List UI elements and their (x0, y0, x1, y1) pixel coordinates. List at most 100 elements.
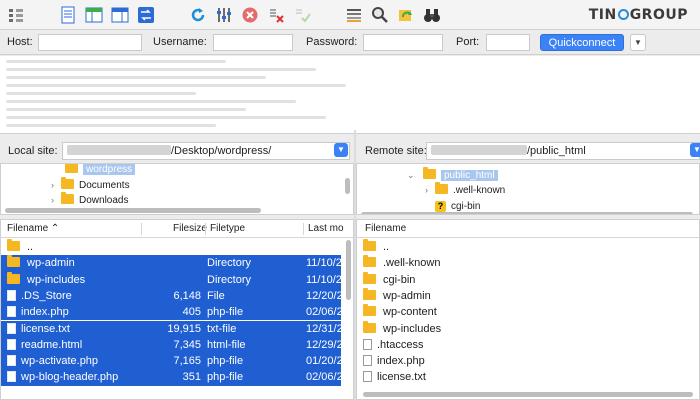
column-filetype[interactable]: Filetype (210, 223, 245, 234)
port-label: Port: (456, 36, 480, 48)
local-list-vscroll[interactable] (346, 240, 351, 300)
file-name-cell: cgi-bin (363, 271, 683, 288)
pane-divider[interactable] (354, 130, 356, 400)
column-filesize[interactable]: Filesize (173, 223, 207, 234)
expand-arrow-icon[interactable]: › (51, 178, 61, 193)
filter-icon[interactable] (344, 5, 364, 25)
file-name-cell: wp-activate.php (7, 353, 141, 369)
file-name: index.php (377, 355, 425, 368)
folder-icon (363, 255, 376, 268)
local-tree-vscroll[interactable] (345, 178, 350, 194)
file-date-cell: 02/06/2 (306, 371, 342, 384)
transfer-queue-toggle-icon[interactable] (136, 5, 156, 25)
username-label: Username: (153, 36, 207, 48)
file-row[interactable]: .DS_Store 6,148 File 12/20/2 (1, 287, 342, 305)
file-name: license.txt (377, 371, 426, 384)
column-last-modified[interactable]: Last mo (308, 223, 344, 234)
folder-icon (363, 320, 376, 333)
file-row[interactable]: .. (357, 239, 699, 255)
quickconnect-bar: Host: Username: Password: Port: Quickcon… (0, 31, 700, 55)
file-type-cell: html-file (207, 338, 246, 351)
file-row[interactable]: index.php (357, 353, 699, 369)
file-name-cell: readme.html (7, 337, 141, 353)
remote-list-header: Filename (357, 220, 699, 238)
process-queue-icon[interactable] (214, 5, 234, 25)
file-type-cell: php-file (207, 306, 244, 319)
tree-item-wordpress[interactable]: wordpress (65, 164, 136, 177)
file-name: .DS_Store (21, 289, 72, 302)
unknown-folder-icon: ? (435, 201, 446, 212)
reconnect-icon[interactable] (292, 5, 312, 25)
expand-arrow-icon[interactable]: › (51, 193, 61, 208)
folder-icon (363, 287, 376, 300)
compare-icon[interactable] (370, 5, 390, 25)
column-filename[interactable]: Filename (365, 223, 406, 234)
remote-path-dropdown-icon[interactable]: ▼ (690, 143, 700, 157)
local-tree-hscroll[interactable] (5, 208, 261, 213)
file-date-cell: 01/20/2 (306, 355, 342, 368)
folder-icon (363, 304, 376, 317)
tree-item-documents[interactable]: › Documents (51, 177, 130, 193)
tree-item-downloads[interactable]: › Downloads (51, 192, 128, 208)
password-input[interactable] (363, 34, 443, 51)
file-name: .well-known (383, 257, 441, 270)
file-row[interactable]: .. (1, 239, 341, 255)
file-row[interactable]: .htaccess (357, 337, 699, 353)
file-icon (363, 355, 372, 367)
file-icon (7, 306, 16, 318)
remote-tree-toggle-icon[interactable] (110, 5, 130, 25)
username-input[interactable] (213, 34, 293, 51)
remote-site-label: Remote site: (365, 145, 427, 157)
file-row[interactable]: index.php 405 php-file 02/06/2 (1, 304, 342, 321)
file-icon (7, 371, 16, 383)
file-name-cell: index.php (7, 304, 141, 320)
file-size-cell: 7,165 (173, 355, 201, 368)
file-name: wp-admin (27, 257, 75, 270)
site-manager-icon[interactable] (6, 5, 26, 25)
file-row[interactable]: .well-known (357, 255, 699, 271)
file-row[interactable]: wp-activate.php 7,165 php-file 01/20/2 (1, 353, 342, 370)
cancel-operation-icon[interactable] (240, 5, 260, 25)
message-log-toggle-icon[interactable] (58, 5, 78, 25)
file-row[interactable]: cgi-bin (357, 271, 699, 288)
file-row[interactable]: wp-includes (357, 320, 699, 337)
file-name-cell: wp-includes (7, 271, 141, 288)
quickconnect-button[interactable]: Quickconnect (540, 34, 624, 51)
file-row[interactable]: wp-content (357, 304, 699, 320)
file-row[interactable]: license.txt (357, 369, 699, 385)
expand-arrow-icon[interactable]: › (425, 183, 435, 198)
sync-browse-icon[interactable] (396, 5, 416, 25)
file-row[interactable]: wp-blog-header.php 351 php-file 02/06/2 (1, 369, 342, 386)
folder-icon (7, 271, 20, 284)
quickconnect-history-dropdown[interactable]: ▼ (630, 34, 646, 51)
file-name-cell: wp-blog-header.php (7, 369, 141, 385)
file-date-cell: 12/31/20 (306, 322, 342, 335)
remote-site-path[interactable]: /public_html (426, 142, 700, 160)
local-list-header: Filename ⌃ Filesize Filetype Last mo (1, 220, 353, 238)
refresh-icon[interactable] (188, 5, 208, 25)
tree-item-public-html[interactable]: ⌄ public_html (407, 167, 498, 183)
remote-tree-hscroll[interactable] (361, 212, 693, 214)
file-type-cell: File (207, 289, 225, 302)
file-date-cell: 12/29/2 (306, 338, 342, 351)
toolbar: TIN GROUP (0, 0, 700, 30)
search-binoculars-icon[interactable] (422, 5, 442, 25)
tree-item-well-known[interactable]: › .well-known (425, 182, 505, 198)
local-site-path[interactable]: /Desktop/wordpress/ (62, 142, 350, 160)
folder-icon (363, 271, 376, 284)
collapse-arrow-icon[interactable]: ⌄ (407, 168, 417, 183)
remote-list-hscroll[interactable] (363, 392, 693, 397)
file-row[interactable]: wp-admin Directory 11/10/20 (1, 255, 342, 272)
port-input[interactable] (486, 34, 530, 51)
disconnect-icon[interactable] (266, 5, 286, 25)
file-row[interactable]: wp-admin (357, 287, 699, 304)
folder-icon (65, 164, 78, 173)
file-name: wp-admin (383, 289, 431, 302)
host-input[interactable] (38, 34, 142, 51)
column-filename[interactable]: Filename ⌃ (7, 223, 59, 234)
local-tree-toggle-icon[interactable] (84, 5, 104, 25)
file-row[interactable]: wp-includes Directory 11/10/20 (1, 271, 342, 288)
local-path-dropdown-icon[interactable]: ▼ (334, 143, 348, 157)
file-row[interactable]: readme.html 7,345 html-file 12/29/2 (1, 336, 342, 354)
file-row[interactable]: license.txt 19,915 txt-file 12/31/20 (1, 320, 342, 337)
